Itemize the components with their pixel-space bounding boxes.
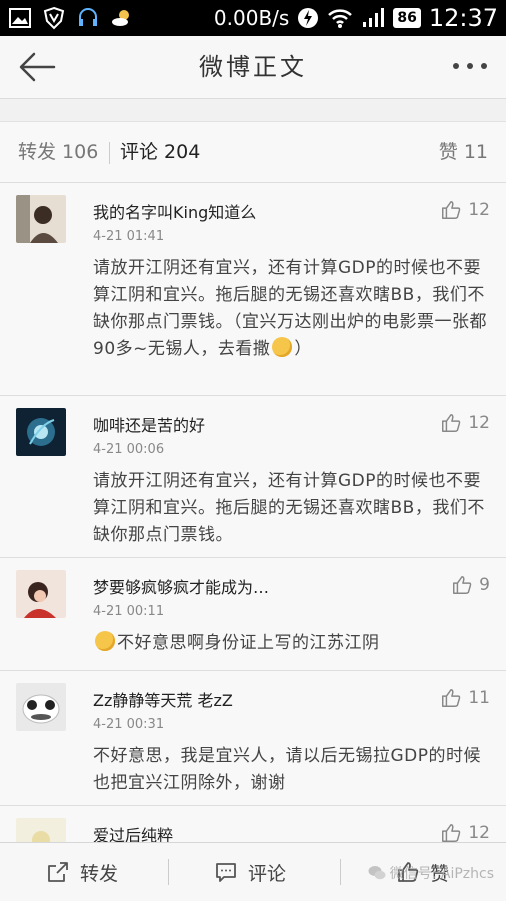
comment-icon <box>216 863 236 882</box>
battery-level: 86 <box>393 8 421 28</box>
comment-like-button[interactable]: 11 <box>440 687 490 709</box>
comment-username[interactable]: Zz静静等天荒 老zZ <box>93 687 233 711</box>
comment-text: 请放开江阴还有宜兴，还有计算GDP的时候也不要算江阴和宜兴。拖后腿的无锡还喜欢瞎… <box>93 471 485 545</box>
status-right: 0.00B/s 86 12:37 <box>214 0 498 36</box>
emoji-icon <box>95 631 115 651</box>
thumbs-up-icon <box>442 824 461 842</box>
toolbar-separator <box>168 859 169 885</box>
comment-like-count: 12 <box>468 823 490 843</box>
comment-username[interactable]: 我的名字叫King知道么 <box>93 199 256 223</box>
comment-like-button[interactable]: 12 <box>440 822 490 844</box>
share-icon <box>48 862 68 882</box>
thumbs-up-icon <box>442 201 461 219</box>
comment-time: 4-21 00:11 <box>93 604 165 619</box>
thumbs-up-icon <box>442 689 461 707</box>
comment-text: 请放开江阴还有宜兴，还有计算GDP的时候也不要算江阴和宜兴。拖后腿的无锡还喜欢瞎… <box>93 258 487 359</box>
status-left-icons <box>8 6 134 30</box>
status-bar: 0.00B/s 86 12:37 <box>0 0 506 36</box>
repost-label: 转发 <box>80 862 119 885</box>
comment-username[interactable]: 梦要够疯够疯才能成为… <box>93 574 269 598</box>
repost-button[interactable]: 转发 <box>46 843 118 901</box>
tab-bar: 转发 106 评论 204 赞 11 <box>0 122 506 183</box>
tab-repost[interactable]: 转发 106 <box>18 122 98 182</box>
comment-like-button[interactable]: 12 <box>440 199 490 221</box>
bottom-toolbar: 转发 评论 赞 微信号: AiPzhcs <box>0 842 506 901</box>
comment-item[interactable]: 咖啡还是苦的好 12 4-21 00:06 请放开江阴还有宜兴，还有计算GDP的… <box>0 396 506 558</box>
comment-like-count: 12 <box>468 200 490 220</box>
comment-time: 4-21 00:31 <box>93 717 165 732</box>
wifi-icon <box>328 9 353 28</box>
comment-username[interactable]: 咖啡还是苦的好 <box>93 412 205 436</box>
watermark: 微信号: AiPzhcs <box>368 863 494 883</box>
gallery-icon <box>9 8 31 28</box>
avatar[interactable] <box>16 570 66 618</box>
tab-separator <box>109 142 110 164</box>
page-title: 微博正文 <box>199 53 307 81</box>
comment-item[interactable]: 梦要够疯够疯才能成为… 9 4-21 00:11 不好意思啊身份证上写的江苏江阴 <box>0 558 506 671</box>
comment-like-button[interactable]: 9 <box>451 574 490 596</box>
comment-like-count: 11 <box>468 688 490 708</box>
data-saver-icon <box>298 8 319 28</box>
network-speed: 0.00B/s <box>213 6 290 30</box>
thumbs-up-icon <box>442 414 461 432</box>
back-arrow-icon[interactable] <box>18 50 56 84</box>
avatar[interactable] <box>16 195 66 243</box>
more-options-icon[interactable] <box>452 56 488 76</box>
comment-label: 评论 <box>248 862 287 885</box>
comment-text: 不好意思啊身份证上写的江苏江阴 <box>93 630 488 657</box>
divider-strip <box>0 99 506 122</box>
weather-icon <box>112 10 129 26</box>
comment-like-button[interactable]: 12 <box>440 412 490 434</box>
emoji-icon <box>272 337 293 357</box>
tab-like[interactable]: 赞 11 <box>439 122 488 182</box>
comment-text: 不好意思，我是宜兴人，请以后无锡拉GDP的时候也把宜兴江阴除外，谢谢 <box>93 746 482 793</box>
signal-icon <box>363 8 385 27</box>
comment-button[interactable]: 评论 <box>214 843 286 901</box>
avatar[interactable] <box>16 408 66 456</box>
toolbar-separator <box>340 859 341 885</box>
comment-list: 我的名字叫King知道么 12 4-21 01:41 请放开江阴还有宜兴，还有计… <box>0 183 506 866</box>
thumbs-up-icon <box>453 576 472 594</box>
comment-like-count: 9 <box>479 575 490 595</box>
clock: 12:37 <box>428 4 498 32</box>
comment-item[interactable]: Zz静静等天荒 老zZ 11 4-21 00:31 不好意思，我是宜兴人，请以后… <box>0 671 506 806</box>
avatar[interactable] <box>16 683 66 731</box>
shield-icon <box>43 6 65 30</box>
headset-icon <box>79 8 97 26</box>
comment-item[interactable]: 我的名字叫King知道么 12 4-21 01:41 请放开江阴还有宜兴，还有计… <box>0 183 506 396</box>
comment-time: 4-21 00:06 <box>93 442 165 457</box>
tab-comment[interactable]: 评论 204 <box>120 122 200 182</box>
wechat-icon <box>368 866 386 880</box>
comment-like-count: 12 <box>468 413 490 433</box>
title-bar: 微博正文 <box>0 36 506 99</box>
comment-time: 4-21 01:41 <box>93 229 165 244</box>
